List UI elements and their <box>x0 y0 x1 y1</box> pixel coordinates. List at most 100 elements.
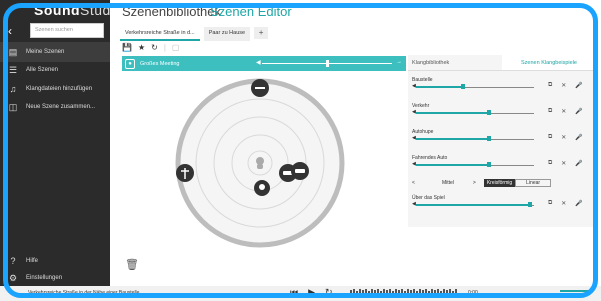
repeat-icon[interactable]: ↻ <box>325 287 333 298</box>
volume-handle[interactable] <box>487 136 492 141</box>
track-row: Über das Spiel ◀ ⧉ ✕ 🎤 <box>412 195 592 207</box>
sound-panel: Klangbibliothek Szenen Klangbeispiele Ba… <box>408 55 596 227</box>
mode-next-button[interactable]: > <box>473 180 476 186</box>
mic-icon[interactable]: 🎤 <box>575 160 582 167</box>
slider-handle[interactable] <box>326 60 329 67</box>
mode-value: Mittel <box>441 179 454 186</box>
track-row: Verkehr ◀ ⧉ ✕ 🎤 <box>412 103 592 115</box>
track-actions: ⧉ ✕ 🎤 <box>548 160 583 167</box>
layout-icon[interactable]: ▢ <box>172 43 180 52</box>
volume-up-icon[interactable]: → <box>396 59 402 65</box>
tab-scene-2[interactable]: Paar zu Hause <box>203 27 251 41</box>
back-arrow-icon[interactable]: ‹ <box>8 24 12 38</box>
mic-icon[interactable]: 🎤 <box>575 108 582 115</box>
track-actions: ⧉ ✕ 🎤 <box>548 108 583 115</box>
volume-down-icon[interactable]: ◀ <box>256 59 261 66</box>
sidebar-item-label: Neue Szene zusammen... <box>26 104 96 110</box>
search-input[interactable]: Szenen suchen <box>30 23 104 38</box>
copy-icon[interactable]: ⧉ <box>548 160 552 167</box>
volume-fill <box>416 164 490 166</box>
tab-sound-library[interactable]: Klangbibliothek <box>408 55 502 70</box>
help-icon: ? <box>10 256 16 266</box>
mode-prev-button[interactable]: < <box>412 180 415 186</box>
now-playing-title: Verkehrsreiche Straße in der Nähe einer … <box>28 290 140 296</box>
skip-back-icon[interactable]: ⏮ <box>290 287 298 298</box>
track-actions: ⧉ ✕ 🎤 <box>548 134 583 141</box>
track-row: Autohupe ◀ ⧉ ✕ 🎤 <box>412 129 592 141</box>
reset-icon[interactable]: ↻ <box>151 43 158 52</box>
volume-handle[interactable] <box>487 162 492 167</box>
sidebar-item-add-audio[interactable]: ♫ Klangdateien hinzufügen <box>0 79 110 99</box>
sidebar-item-my-scenes[interactable]: ▤ Meine Szenen <box>0 42 110 62</box>
search-row: ‹ Szenen suchen <box>0 22 110 40</box>
time-readout: 0:00 <box>468 290 478 296</box>
add-audio-icon: ♫ <box>9 84 17 94</box>
new-scene-icon: ◫ <box>8 101 18 112</box>
track-row: Baustelle ◀ ⧉ ✕ 🎤 <box>412 77 592 89</box>
close-icon[interactable]: ✕ <box>561 108 566 115</box>
main-area: Szenenbibliothek Szenen Editor Verkehrsr… <box>110 0 601 301</box>
scenes-icon: ▤ <box>8 46 18 57</box>
page-title[interactable]: Szenenbibliothek <box>122 4 221 19</box>
volume-fill <box>416 86 464 88</box>
record-icon[interactable]: ● <box>125 58 135 69</box>
play-icon[interactable]: ▶ <box>308 287 315 298</box>
movement-mode-row: < Mittel > Kreisförmig Linear <box>412 178 592 187</box>
listener-icon <box>256 157 264 169</box>
sidebar-item-settings[interactable]: ⚙ Einstellungen <box>0 268 110 288</box>
volume-bar[interactable] <box>560 290 590 292</box>
panel-tabs: Klangbibliothek Szenen Klangbeispiele <box>408 55 596 71</box>
scene-name: Großes Meeting <box>140 60 180 67</box>
spatial-audio-radar[interactable] <box>175 78 345 248</box>
waveform[interactable] <box>350 289 460 297</box>
divider: | <box>163 43 166 52</box>
track-actions: ⧉ ✕ 🎤 <box>548 82 583 89</box>
sidebar-item-all-scenes[interactable]: ☰ Alle Szenen <box>0 60 110 80</box>
close-icon[interactable]: ✕ <box>561 134 566 141</box>
close-icon[interactable]: ✕ <box>561 200 566 207</box>
volume-handle[interactable] <box>528 202 533 207</box>
sidebar-item-label: Meine Szenen <box>26 49 65 55</box>
toolbar: 💾 ★ ↻ | ▢ <box>122 43 179 52</box>
app-window: SoundStudio ‹ Szenen suchen ▤ Meine Szen… <box>0 0 601 301</box>
track-actions: ⧉ ✕ 🎤 <box>548 200 583 207</box>
tab-scene-examples[interactable]: Szenen Klangbeispiele <box>502 55 596 70</box>
playback-controls: ⏮ ▶ ↻ <box>290 287 333 298</box>
sidebar-item-label: Klangdateien hinzufügen <box>26 86 93 92</box>
mic-icon[interactable]: 🎤 <box>575 82 582 89</box>
volume-fill <box>416 138 490 140</box>
sidebar-item-label: Einstellungen <box>26 275 63 281</box>
sidebar-item-label: Alle Szenen <box>26 67 59 73</box>
linear-toggle[interactable]: Linear <box>515 178 552 187</box>
traffic-source-icon[interactable] <box>291 162 309 180</box>
volume-fill <box>416 204 531 206</box>
copy-icon[interactable]: ⧉ <box>548 200 552 207</box>
sidebar-item-new-scene[interactable]: ◫ Neue Szene zusammen... <box>0 97 110 117</box>
volume-handle[interactable] <box>461 84 466 89</box>
volume-handle[interactable] <box>487 110 492 115</box>
copy-icon[interactable]: ⧉ <box>548 108 552 115</box>
add-tab-button[interactable]: + <box>254 27 269 39</box>
copy-icon[interactable]: ⧉ <box>548 134 552 141</box>
trash-icon[interactable]: 🗑 <box>125 258 139 271</box>
mic-icon[interactable]: 🎤 <box>575 134 582 141</box>
horn-source-icon[interactable] <box>251 79 269 97</box>
close-icon[interactable]: ✕ <box>561 160 566 167</box>
save-icon[interactable]: 💾 <box>122 43 132 52</box>
editor-title[interactable]: Szenen Editor <box>210 4 292 19</box>
star-icon[interactable]: ★ <box>138 43 145 52</box>
tab-scene-1[interactable]: Verkehrsreiche Straße in d... <box>120 27 200 41</box>
construction-source-icon[interactable] <box>176 164 194 182</box>
meeting-source-icon[interactable] <box>254 180 270 196</box>
list-icon: ☰ <box>8 64 18 75</box>
gear-icon: ⚙ <box>8 272 18 283</box>
close-icon[interactable]: ✕ <box>561 82 566 89</box>
circular-toggle[interactable]: Kreisförmig <box>483 178 516 187</box>
player-bar: Verkehrsreiche Straße in der Nähe einer … <box>0 286 601 301</box>
volume-fill <box>416 112 490 114</box>
mic-icon[interactable]: 🎤 <box>575 200 582 207</box>
track-row: Fahrendes Auto ◀ ⧉ ✕ 🎤 <box>412 155 592 167</box>
scene-tabs: Verkehrsreiche Straße in d... Paar zu Ha… <box>120 27 269 41</box>
copy-icon[interactable]: ⧉ <box>548 82 552 89</box>
sidebar-item-label: Hilfe <box>26 258 39 264</box>
